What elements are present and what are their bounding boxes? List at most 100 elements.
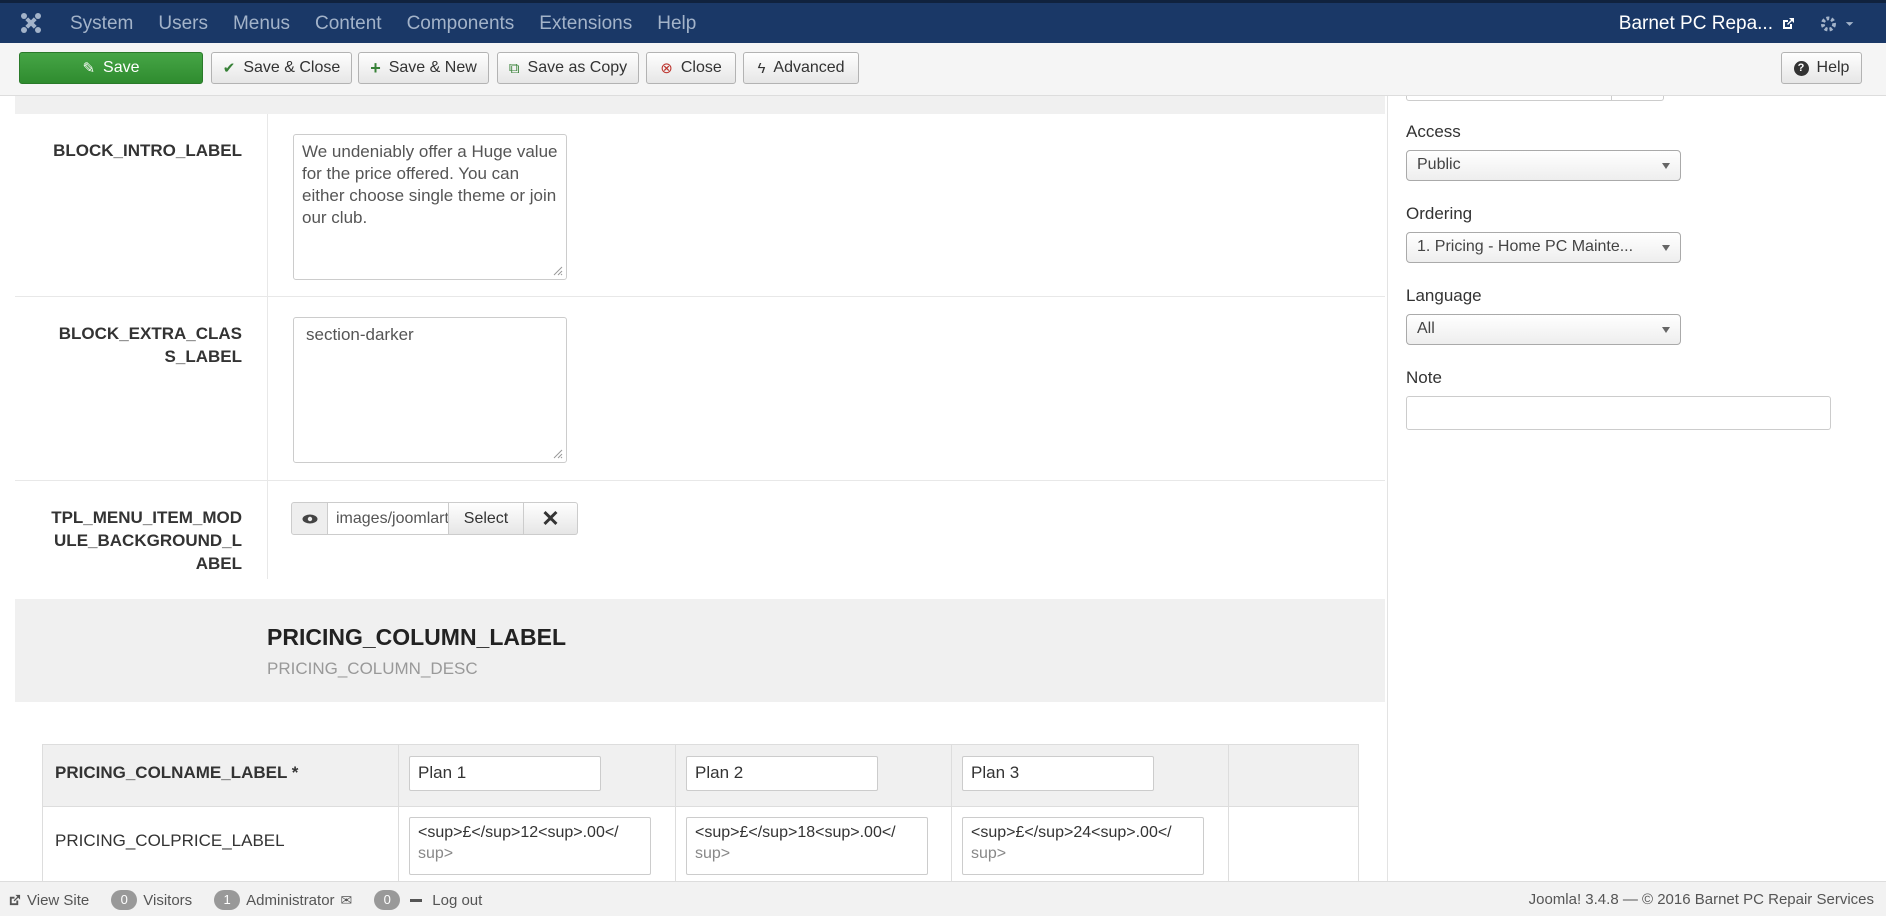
ordering-label: Ordering <box>1406 204 1473 223</box>
visitors-label: Visitors <box>143 891 193 909</box>
external-link-icon <box>1783 18 1794 29</box>
note-input[interactable] <box>1406 396 1831 430</box>
save-close-button[interactable]: ✔ Save & Close <box>211 52 352 84</box>
colprice-label: PRICING_COLPRICE_LABEL <box>55 831 285 850</box>
version-text: Joomla! 3.4.8 — © 2016 Barnet PC Repair … <box>1528 891 1874 908</box>
plan-1-input[interactable]: Plan 1 <box>409 756 601 791</box>
col-separator <box>951 745 952 806</box>
price-text-line: sup> <box>971 845 1007 862</box>
caret-down-icon <box>1662 163 1670 169</box>
menu-system[interactable]: System <box>70 13 133 35</box>
access-select[interactable]: Public <box>1406 150 1681 181</box>
close-label: Close <box>680 59 722 76</box>
menu-menus[interactable]: Menus <box>233 13 290 35</box>
caret-down-icon <box>1662 327 1670 333</box>
menu-users[interactable]: Users <box>158 13 208 35</box>
messages-badge[interactable]: 0 <box>374 890 401 910</box>
save-label: Save <box>103 59 140 76</box>
block-extra-class-text: section-darker <box>306 325 414 344</box>
col-separator <box>398 807 399 886</box>
block-extra-class-label: BLOCK_EXTRA_CLAS S_LABEL <box>15 322 242 368</box>
plan-2-input[interactable]: Plan 2 <box>686 756 878 791</box>
help-button[interactable]: ? Help <box>1781 52 1862 84</box>
status-bar: View Site 0 Visitors 1 Administrator ✉ 0… <box>0 881 1886 916</box>
save-close-label: Save & Close <box>243 59 341 76</box>
price-text-line: <sup>£</sup>18<sup>.00</ <box>695 824 896 841</box>
label-line: S_LABEL <box>164 347 242 366</box>
options-sidebar: Access Public Ordering 1. Pricing - Home… <box>1387 96 1886 881</box>
main-form: BLOCK_INTRO_LABEL We undeniably offer a … <box>15 96 1385 887</box>
clear-media-button[interactable]: ✕ <box>524 502 578 535</box>
media-select-button[interactable]: Select <box>449 502 524 535</box>
price-text-line: sup> <box>418 845 454 862</box>
plan-1-price-textarea[interactable]: <sup>£</sup>12<sup>.00</ sup> <box>409 817 651 875</box>
eye-icon <box>302 514 317 523</box>
price-text-line: <sup>£</sup>24<sup>.00</ <box>971 824 1172 841</box>
resize-grip-icon[interactable] <box>553 449 563 459</box>
plan-3-input[interactable]: Plan 3 <box>962 756 1154 791</box>
logout-link[interactable]: Log out <box>432 892 482 909</box>
advanced-button[interactable]: ϟ Advanced <box>743 52 859 84</box>
label-line: BLOCK_EXTRA_CLAS <box>58 324 242 343</box>
table-row: PRICING_COLPRICE_LABEL <sup>£</sup>12<su… <box>42 807 1359 887</box>
col-separator <box>1228 745 1229 806</box>
administrator-badge: 1 <box>214 890 241 910</box>
col-separator <box>1228 807 1229 886</box>
close-icon: ✕ <box>541 505 560 531</box>
status-left: View Site 0 Visitors 1 Administrator ✉ 0… <box>8 890 482 910</box>
site-name-link[interactable]: Barnet PC Repa... <box>1619 13 1795 35</box>
menu-components[interactable]: Components <box>407 13 515 35</box>
price-text-line: sup> <box>695 845 731 862</box>
preview-button[interactable] <box>291 502 328 535</box>
envelope-icon[interactable]: ✉ <box>341 892 353 909</box>
settings-dropdown[interactable] <box>1820 13 1856 35</box>
col-separator <box>398 745 399 806</box>
menu-extensions[interactable]: Extensions <box>539 13 632 35</box>
plan-3-price-textarea[interactable]: <sup>£</sup>24<sup>.00</ sup> <box>962 817 1204 875</box>
check-icon: ✔ <box>222 59 236 77</box>
label-line: ULE_BACKGROUND_L <box>54 531 242 550</box>
save-as-copy-button[interactable]: ⧉ Save as Copy <box>497 52 639 84</box>
menu-help[interactable]: Help <box>657 13 696 35</box>
view-site-link[interactable]: View Site <box>27 892 89 909</box>
gear-icon <box>1820 16 1836 32</box>
language-label: Language <box>1406 286 1482 305</box>
external-link-icon <box>9 894 21 905</box>
media-path-input[interactable]: images/joomlart <box>328 502 449 535</box>
row-divider <box>15 480 1385 481</box>
table-row: PRICING_COLNAME_LABEL * Plan 1 Plan 2 Pl… <box>42 744 1359 808</box>
question-circle-icon: ? <box>1793 60 1809 76</box>
edit-icon: ✎ <box>82 59 96 77</box>
joomla-logo[interactable] <box>19 11 43 35</box>
save-copy-label: Save as Copy <box>527 59 628 76</box>
section-bar <box>15 96 1385 114</box>
block-intro-textarea[interactable]: We undeniably offer a Huge value for the… <box>293 134 567 280</box>
col-separator <box>951 807 952 886</box>
close-button[interactable]: ⊗ Close <box>646 52 736 84</box>
help-label: Help <box>1816 59 1850 76</box>
ordering-select[interactable]: 1. Pricing - Home PC Mainte... <box>1406 232 1681 263</box>
block-extra-class-textarea[interactable]: section-darker <box>293 317 567 463</box>
plan-2-price-textarea[interactable]: <sup>£</sup>18<sup>.00</ sup> <box>686 817 928 875</box>
pricing-section-header: PRICING_COLUMN_LABEL PRICING_COLUMN_DESC <box>15 599 1385 702</box>
section-title: PRICING_COLUMN_LABEL <box>267 624 567 650</box>
menu-content[interactable]: Content <box>315 13 382 35</box>
main-menu: System Users Menus Content Components Ex… <box>70 13 721 35</box>
site-name: Barnet PC Repa... <box>1618 13 1773 34</box>
media-field: images/joomlart Select ✕ <box>291 502 578 535</box>
block-intro-label: BLOCK_INTRO_LABEL <box>53 141 242 160</box>
note-label: Note <box>1406 368 1442 387</box>
col-separator <box>675 807 676 886</box>
resize-grip-icon[interactable] <box>553 266 563 276</box>
advanced-label: Advanced <box>773 59 845 76</box>
caret-down-icon <box>1845 22 1854 26</box>
admin-navbar: System Users Menus Content Components Ex… <box>0 0 1886 43</box>
colname-label: PRICING_COLNAME_LABEL * <box>55 763 299 782</box>
save-button[interactable]: ✎ Save <box>19 52 203 84</box>
row-divider <box>15 296 1385 297</box>
save-new-button[interactable]: + Save & New <box>358 52 489 84</box>
language-select[interactable]: All <box>1406 314 1681 345</box>
access-value: Public <box>1417 156 1461 173</box>
save-new-label: Save & New <box>388 59 477 76</box>
column-divider <box>267 114 268 579</box>
